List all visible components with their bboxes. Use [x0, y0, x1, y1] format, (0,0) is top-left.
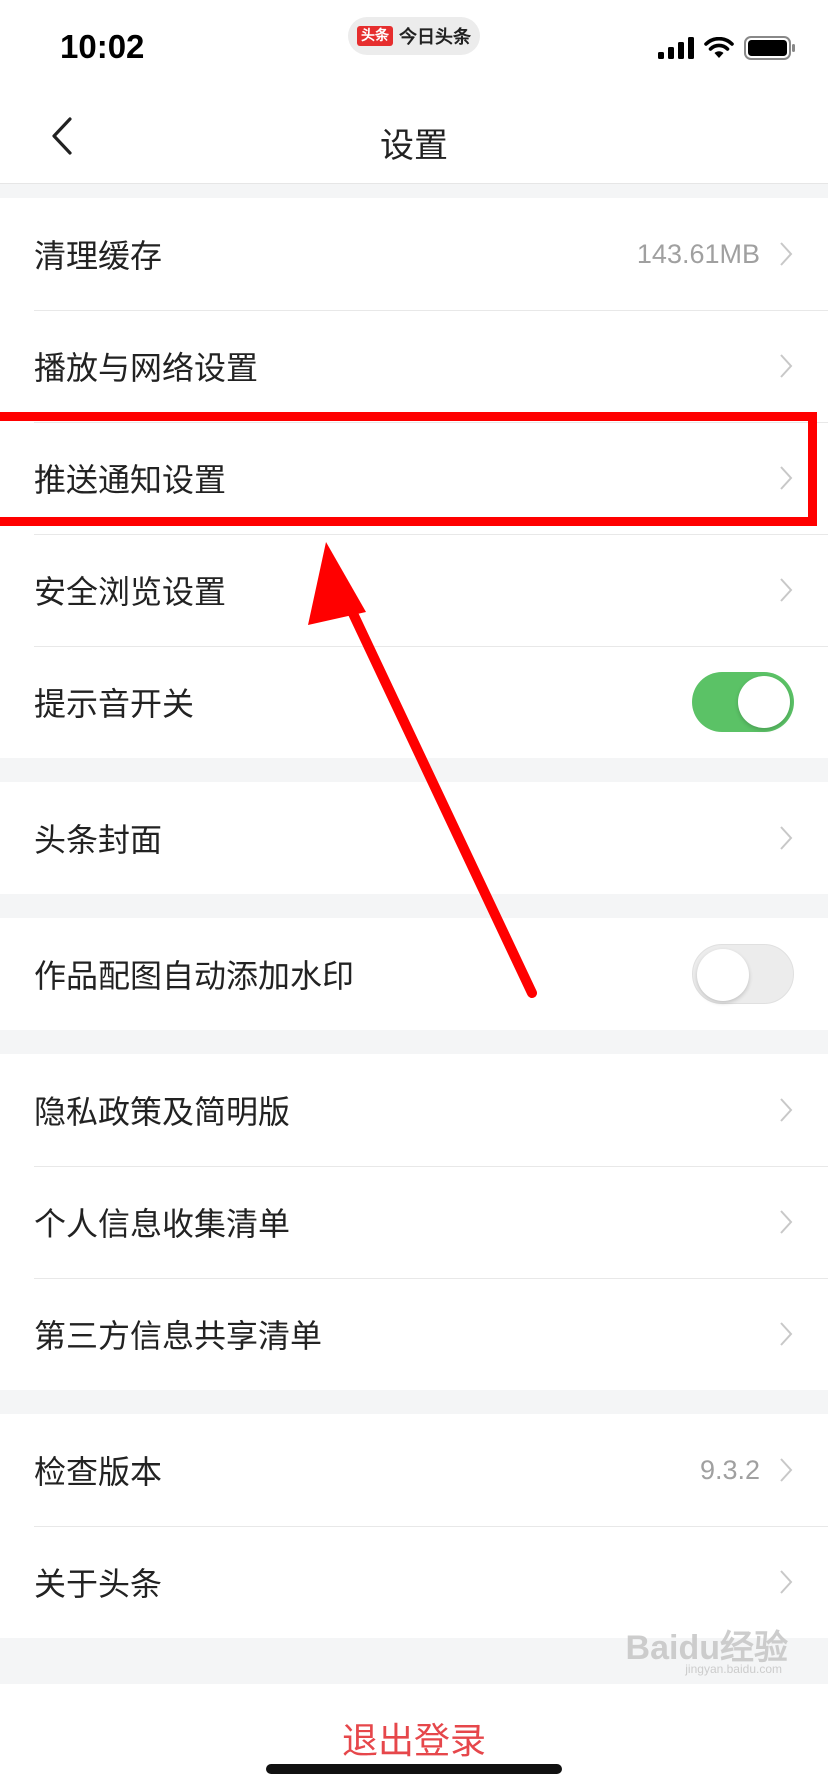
- toutiao-cover-row[interactable]: 头条封面: [0, 782, 828, 894]
- settings-group-privacy: 隐私政策及简明版 个人信息收集清单 第三方信息共享清单: [0, 1054, 828, 1390]
- chevron-right-icon: [778, 1096, 794, 1124]
- chevron-right-icon: [778, 1208, 794, 1236]
- playback-network-settings-row[interactable]: 播放与网络设置: [0, 310, 828, 422]
- row-label: 播放与网络设置: [34, 349, 259, 387]
- logout-button[interactable]: 退出登录: [0, 1712, 828, 1764]
- navigation-bar: 设置: [0, 88, 828, 184]
- chevron-right-icon: [778, 1456, 794, 1484]
- app-badge: 头条: [357, 26, 393, 46]
- logout-bar: 退出登录: [0, 1684, 828, 1792]
- row-label: 个人信息收集清单: [34, 1205, 291, 1243]
- chevron-right-icon: [778, 352, 794, 380]
- watermark-url: jingyan.baidu.com: [685, 1662, 782, 1676]
- app-indicator-pill[interactable]: 头条 今日头条: [348, 17, 480, 55]
- auto-watermark-toggle[interactable]: [692, 944, 794, 1004]
- notification-sound-row: 提示音开关: [0, 646, 828, 758]
- chevron-right-icon: [778, 240, 794, 268]
- settings-group-watermark: 作品配图自动添加水印: [0, 918, 828, 1030]
- row-label: 作品配图自动添加水印: [34, 957, 355, 995]
- row-label: 清理缓存: [34, 237, 163, 275]
- signal-icon: [658, 37, 694, 59]
- wifi-icon: [704, 37, 734, 58]
- check-version-row[interactable]: 检查版本 9.3.2: [0, 1414, 828, 1526]
- row-label: 第三方信息共享清单: [34, 1317, 323, 1355]
- app-name: 今日头条: [399, 27, 471, 48]
- auto-watermark-row: 作品配图自动添加水印: [0, 918, 828, 1030]
- chevron-right-icon: [778, 1320, 794, 1348]
- personal-info-list-row[interactable]: 个人信息收集清单: [0, 1166, 828, 1278]
- toggle-knob: [738, 676, 790, 728]
- row-label: 安全浏览设置: [34, 573, 227, 611]
- row-label: 提示音开关: [34, 685, 195, 723]
- row-label: 隐私政策及简明版: [34, 1093, 291, 1131]
- clear-cache-row[interactable]: 清理缓存 143.61MB: [0, 198, 828, 310]
- battery-icon: [744, 36, 795, 60]
- chevron-right-icon: [778, 576, 794, 604]
- notification-sound-toggle[interactable]: [692, 672, 794, 732]
- safe-browsing-settings-row[interactable]: 安全浏览设置: [0, 534, 828, 646]
- row-label: 检查版本: [34, 1453, 163, 1491]
- version-value: 9.3.2: [699, 1454, 760, 1485]
- status-icons: [658, 36, 796, 60]
- page-title: 设置: [380, 126, 448, 166]
- status-time: 10:02: [60, 28, 145, 65]
- toggle-knob: [697, 949, 749, 1001]
- home-indicator: [266, 1764, 562, 1774]
- annotation-highlight-box: [0, 412, 817, 526]
- third-party-sharing-list-row[interactable]: 第三方信息共享清单: [0, 1278, 828, 1390]
- cache-size-value: 143.61MB: [636, 238, 760, 269]
- row-label: 头条封面: [34, 821, 163, 859]
- chevron-right-icon: [778, 1568, 794, 1596]
- chevron-right-icon: [778, 824, 794, 852]
- row-label: 关于头条: [34, 1565, 163, 1603]
- privacy-policy-row[interactable]: 隐私政策及简明版: [0, 1054, 828, 1166]
- status-bar: 10:02 头条 今日头条: [0, 0, 828, 88]
- settings-group-cover: 头条封面: [0, 782, 828, 894]
- settings-group-about: 检查版本 9.3.2 关于头条: [0, 1414, 828, 1638]
